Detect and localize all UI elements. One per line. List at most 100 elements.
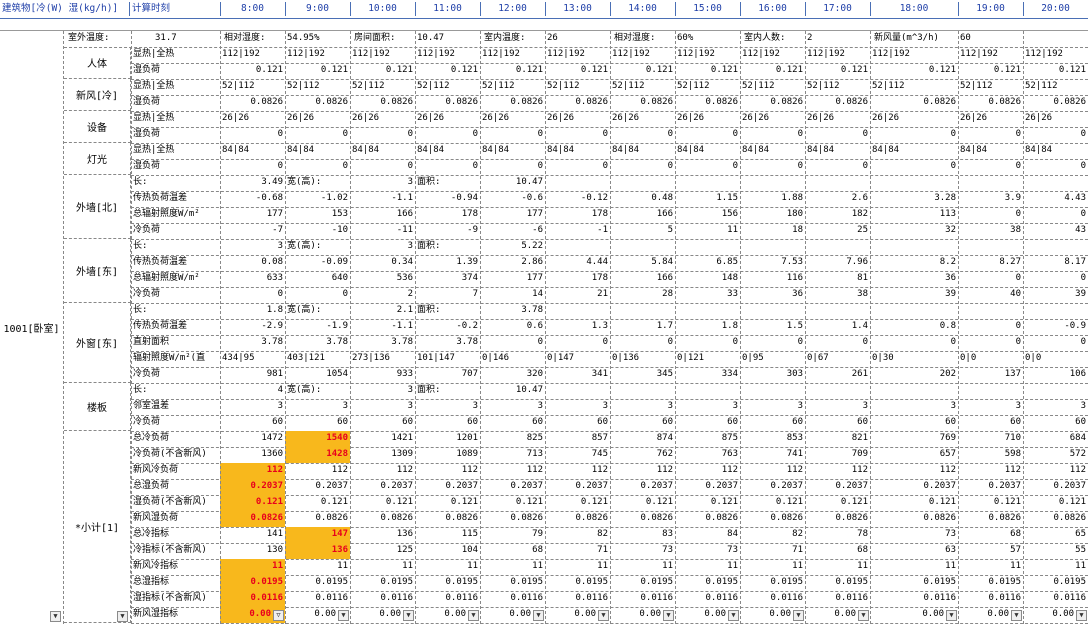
data-cell[interactable]: 0|30 [870, 351, 958, 367]
data-cell[interactable]: 0 [958, 127, 1023, 143]
data-cell[interactable]: 39 [870, 287, 958, 303]
data-cell[interactable]: 73 [610, 543, 675, 559]
data-cell[interactable]: 0 [870, 335, 958, 351]
data-cell[interactable]: 32 [870, 223, 958, 239]
dropdown-arrow-icon[interactable]: ▼ [338, 610, 349, 621]
data-cell[interactable]: 0.0826 [350, 511, 415, 527]
data-cell[interactable]: 0.0195 [805, 575, 870, 591]
data-cell[interactable]: 84|84 [350, 143, 415, 159]
data-cell[interactable]: 1.3 [545, 319, 610, 335]
data-cell[interactable]: 177 [480, 271, 545, 287]
data-cell[interactable]: 0 [805, 159, 870, 175]
data-cell[interactable]: 0.0826 [285, 95, 350, 111]
data-cell[interactable]: -1.9 [285, 319, 350, 335]
data-cell[interactable]: 0.2037 [740, 479, 805, 495]
data-cell[interactable]: 0.121 [958, 63, 1023, 79]
data-cell[interactable]: 21 [545, 287, 610, 303]
data-cell[interactable]: 52|112 [958, 79, 1023, 95]
data-cell[interactable]: 0.0116 [805, 591, 870, 607]
hour-header[interactable]: 17:00 [805, 0, 870, 18]
row-label[interactable]: 新风冷负荷 [131, 463, 220, 479]
data-cell[interactable]: -0.9 [1023, 319, 1088, 335]
data-cell[interactable]: 112 [805, 463, 870, 479]
data-cell[interactable]: 11 [675, 559, 740, 575]
data-cell[interactable]: 148 [675, 271, 740, 287]
data-cell[interactable]: 0 [740, 127, 805, 143]
data-cell[interactable]: 0.2037 [415, 479, 480, 495]
dropdown-arrow-icon[interactable]: ▼ [1076, 610, 1087, 621]
row-label[interactable]: 冷负荷(不含新风) [131, 447, 220, 463]
data-cell[interactable]: 684 [1023, 431, 1088, 447]
data-cell[interactable]: 106 [1023, 367, 1088, 383]
data-cell[interactable]: 0.0195 [415, 575, 480, 591]
data-cell[interactable]: 0.121 [610, 63, 675, 79]
data-cell[interactable]: -1.1 [350, 191, 415, 207]
data-cell[interactable]: 156 [675, 207, 740, 223]
data-cell[interactable]: 853 [740, 431, 805, 447]
data-cell[interactable]: 0.0195 [610, 575, 675, 591]
row-label[interactable]: 直射面积 [131, 335, 220, 351]
data-cell[interactable]: 0.00 [870, 607, 958, 623]
data-cell[interactable]: 112|192 [220, 47, 285, 63]
dropdown-arrow-icon[interactable]: ▼ [598, 610, 609, 621]
data-cell[interactable]: 0.0826 [610, 511, 675, 527]
data-cell[interactable]: 0.8 [870, 319, 958, 335]
data-cell[interactable]: 0.0116 [350, 591, 415, 607]
data-cell[interactable]: 52|112 [675, 79, 740, 95]
data-cell[interactable]: 0.0826 [675, 511, 740, 527]
data-cell[interactable]: 0.121 [480, 63, 545, 79]
dropdown-arrow-icon[interactable]: ▼ [403, 610, 414, 621]
data-cell[interactable]: 5.84 [610, 255, 675, 271]
data-cell[interactable]: 0 [545, 127, 610, 143]
data-cell[interactable]: 0.2037 [1023, 479, 1088, 495]
data-cell[interactable]: 83 [610, 527, 675, 543]
row-label[interactable]: 总湿指标 [131, 575, 220, 591]
data-cell[interactable]: 3 [415, 399, 480, 415]
data-cell[interactable]: 745 [545, 447, 610, 463]
data-cell[interactable]: 60 [740, 415, 805, 431]
data-cell[interactable]: 5 [610, 223, 675, 239]
hour-header[interactable]: 9:00 [285, 0, 350, 18]
data-cell[interactable]: 0 [1023, 271, 1088, 287]
dropdown-arrow-icon[interactable]: ▼ [793, 610, 804, 621]
data-cell[interactable]: 112 [870, 463, 958, 479]
data-cell[interactable]: 8.27 [958, 255, 1023, 271]
data-cell[interactable]: 0.0195 [675, 575, 740, 591]
dimension-value[interactable]: 3 [220, 239, 285, 255]
data-cell[interactable]: 0 [610, 159, 675, 175]
data-cell[interactable]: 116 [740, 271, 805, 287]
row-label[interactable]: 长: [131, 383, 220, 399]
data-cell[interactable]: 178 [545, 271, 610, 287]
data-cell[interactable]: 166 [610, 207, 675, 223]
hour-header[interactable]: 11:00 [415, 0, 480, 18]
data-cell[interactable]: 0.0116 [545, 591, 610, 607]
dropdown-arrow-icon[interactable]: ▼ [1011, 610, 1022, 621]
data-cell[interactable]: 3.78 [220, 335, 285, 351]
group-label[interactable]: *小计[1] [64, 431, 131, 623]
data-cell[interactable]: 112 [740, 463, 805, 479]
dimension-value[interactable]: 面积: [415, 303, 480, 319]
data-cell[interactable]: 52|112 [415, 79, 480, 95]
data-cell[interactable]: 182 [805, 207, 870, 223]
data-cell[interactable]: 3.78 [350, 335, 415, 351]
dimension-value[interactable]: 4 [220, 383, 285, 399]
sheet-title[interactable]: 建筑物[冷(W) 湿(kg/h)] [2, 0, 128, 18]
data-cell[interactable]: 178 [545, 207, 610, 223]
row-label[interactable]: 显热|全热 [131, 111, 220, 127]
data-cell[interactable]: 0.121 [545, 63, 610, 79]
data-cell[interactable]: 112|192 [415, 47, 480, 63]
funnel-icon[interactable]: ▽ [273, 610, 284, 621]
data-cell[interactable]: 0 [610, 127, 675, 143]
dimension-value[interactable]: 1.8 [220, 303, 285, 319]
row-label[interactable]: 湿指标(不含新风) [131, 591, 220, 607]
data-cell[interactable]: 11 [610, 559, 675, 575]
data-cell[interactable]: 707 [415, 367, 480, 383]
data-cell[interactable]: 26|26 [740, 111, 805, 127]
param-value[interactable]: 54.95% [285, 31, 349, 47]
data-cell[interactable]: 0.0195 [740, 575, 805, 591]
data-cell[interactable]: -6 [480, 223, 545, 239]
data-cell[interactable]: 84|84 [958, 143, 1023, 159]
row-label[interactable]: 传热负荷温差 [131, 255, 220, 271]
data-cell[interactable]: 0.0826 [740, 95, 805, 111]
data-cell[interactable]: -7 [220, 223, 285, 239]
